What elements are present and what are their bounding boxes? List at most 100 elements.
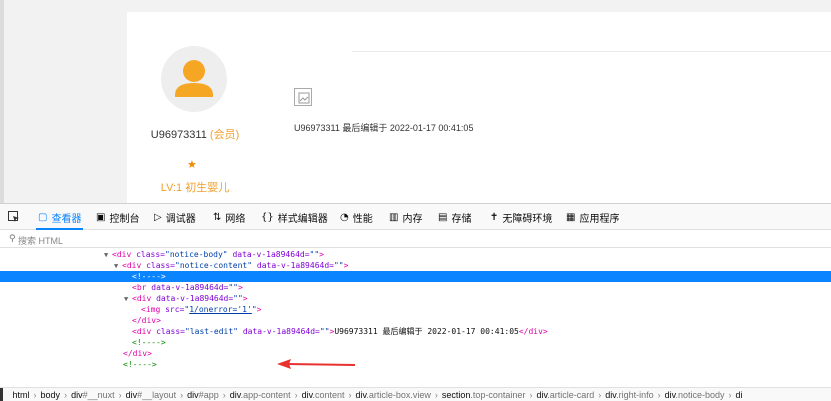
breadcrumb-selector: .right-info	[616, 390, 654, 400]
breadcrumb-tag: div	[355, 390, 367, 400]
network-icon: ⇅	[213, 211, 222, 223]
broken-image-icon	[298, 92, 310, 104]
attr-name: data-v-1a89464d=	[256, 261, 334, 270]
tag-close: >	[343, 261, 349, 270]
breadcrumb-item[interactable]: section.top-container	[442, 390, 526, 400]
attr-value[interactable]: "notice-content"	[175, 261, 252, 270]
tab-label: 控制台	[109, 213, 140, 225]
breadcrumb-tag: body	[40, 390, 61, 400]
attr-value[interactable]: "notice-body"	[165, 250, 228, 259]
tab-storage[interactable]: ▤ 存储	[438, 204, 471, 230]
tab-performance[interactable]: ◔ 性能	[340, 204, 373, 230]
tab-label: 内存	[402, 213, 423, 225]
breadcrumb-separator-icon: ›	[118, 390, 122, 400]
breadcrumb-separator-icon: ›	[529, 390, 533, 400]
attr-name: data-v-1a89464d=	[232, 250, 310, 259]
tag-name: <br	[132, 283, 152, 292]
user-avatar-icon	[175, 60, 213, 97]
tab-console[interactable]: ▣ 控制台	[96, 204, 139, 230]
attr-value[interactable]: "last-edit"	[185, 327, 238, 336]
username[interactable]: U96973311	[151, 129, 207, 141]
text-node: U96973311 最后编辑于 2022-01-17 00:41:05	[334, 327, 519, 336]
username-line: U96973311 (会员)	[127, 126, 263, 142]
tab-application[interactable]: ▦ 应用程序	[566, 204, 619, 230]
breadcrumb-item[interactable]: div.article-card	[536, 390, 594, 400]
star-icon: ★	[187, 159, 197, 171]
tree-node-div-close[interactable]: </div>	[0, 348, 831, 359]
content-divider	[352, 51, 831, 52]
breadcrumb-selector: #app	[198, 390, 219, 400]
breadcrumb-selector: #__layout	[137, 390, 177, 400]
breadcrumb-tag: div	[229, 390, 241, 400]
storage-icon: ▤	[438, 211, 448, 223]
html-search-bar[interactable]: ⚲ 搜索 HTML	[0, 231, 831, 248]
tag-close: >	[256, 305, 262, 314]
attr-name: class=	[146, 261, 175, 270]
breadcrumb-item[interactable]: div.article-box.view	[355, 390, 430, 400]
breadcrumb-selector: .notice-body	[675, 390, 725, 400]
tree-node-comment[interactable]: <!---->	[0, 337, 831, 348]
breadcrumb-item[interactable]: div.notice-body	[665, 390, 725, 400]
attr-name: data-v-1a89464d=	[242, 327, 320, 336]
tab-memory[interactable]: ▥ 内存	[389, 204, 422, 230]
last-edit-info: U96973311 最后编辑于 2022-01-17 00:41:05	[294, 123, 474, 133]
breadcrumb-item[interactable]: html	[13, 390, 30, 400]
breadcrumb-tag: section	[441, 390, 471, 400]
tree-node-notice-content[interactable]: ▼ <div class="notice-content" data-v-1a89…	[0, 260, 831, 271]
broken-image-placeholder	[294, 88, 312, 106]
attr-value[interactable]: ""	[228, 283, 238, 292]
breadcrumb-item[interactable]: body	[41, 390, 61, 400]
breadcrumb-tag: div	[187, 390, 199, 400]
tree-node-img[interactable]: <img src="1/onerror='1'">	[0, 304, 831, 315]
search-placeholder[interactable]: 搜索 HTML	[18, 234, 63, 247]
style-editor-icon: {}	[261, 211, 274, 223]
breadcrumb-item[interactable]: div.app-content	[230, 390, 291, 400]
breadcrumb-tag: di	[735, 390, 743, 400]
breadcrumb-item[interactable]: div.content	[302, 390, 345, 400]
breadcrumb-item[interactable]: div#__nuxt	[71, 390, 115, 400]
breadcrumb-tag: div	[536, 390, 548, 400]
tab-debugger[interactable]: ▷ 调试器	[154, 204, 196, 230]
attr-value[interactable]: ""	[320, 327, 330, 336]
breadcrumb-item[interactable]: div#app	[187, 390, 219, 400]
breadcrumb-item[interactable]: div#__layout	[126, 390, 177, 400]
element-picker-icon[interactable]	[8, 211, 20, 223]
tree-node-br[interactable]: <br data-v-1a89464d="">	[0, 282, 831, 293]
tree-node-last-edit[interactable]: <div class="last-edit" data-v-1a89464d="…	[0, 326, 831, 337]
breadcrumb-item[interactable]: di	[736, 390, 743, 400]
debugger-icon: ▷	[154, 211, 162, 223]
avatar[interactable]	[161, 46, 227, 112]
tag-name: <div	[132, 327, 157, 336]
breadcrumb-separator-icon: ›	[294, 390, 298, 400]
attr-value[interactable]: ""	[233, 294, 243, 303]
tab-style-editor[interactable]: {} 样式编辑器	[261, 204, 328, 230]
breadcrumb-edge	[0, 388, 3, 401]
memory-icon: ▥	[389, 211, 399, 223]
tab-label: 样式编辑器	[277, 213, 328, 225]
tab-inspector[interactable]: ▢ 查看器	[35, 204, 84, 230]
tree-node-comment[interactable]: <!---->	[0, 359, 831, 370]
tab-network[interactable]: ⇅ 网络	[213, 204, 245, 230]
tree-node-comment-selected[interactable]: <!---->	[0, 271, 831, 282]
breadcrumb-item[interactable]: div.right-info	[605, 390, 653, 400]
tab-accessibility[interactable]: ✝ 无障碍环境	[490, 204, 552, 230]
page-left-edge	[0, 0, 4, 203]
breadcrumb-separator-icon: ›	[180, 390, 184, 400]
tree-node-div-close[interactable]: </div>	[0, 315, 831, 326]
breadcrumb-tag: div	[605, 390, 617, 400]
breadcrumb-separator-icon: ›	[222, 390, 226, 400]
breadcrumb-separator-icon: ›	[657, 390, 661, 400]
member-role-badge: (会员)	[209, 129, 240, 141]
tab-label: 调试器	[165, 213, 196, 225]
breadcrumb-separator-icon: ›	[33, 390, 37, 400]
img-src-link[interactable]: 1/onerror='1'	[189, 305, 252, 314]
attr-value[interactable]: ""	[334, 261, 344, 270]
breadcrumb-separator-icon: ›	[348, 390, 352, 400]
tree-node-notice-body[interactable]: ▼ <div class="notice-body" data-v-1a89464…	[0, 249, 831, 260]
breadcrumb: html › body › div#__nuxt › div#__layout › div#ap…	[0, 387, 831, 401]
tree-node-div[interactable]: ▼ <div data-v-1a89464d="">	[0, 293, 831, 304]
attr-value[interactable]: ""	[310, 250, 320, 259]
breadcrumb-tag: html	[12, 390, 30, 400]
tab-label: 应用程序	[579, 213, 620, 225]
user-info-column: U96973311 (会员) ★ LV:1 初生婴儿	[127, 12, 263, 203]
